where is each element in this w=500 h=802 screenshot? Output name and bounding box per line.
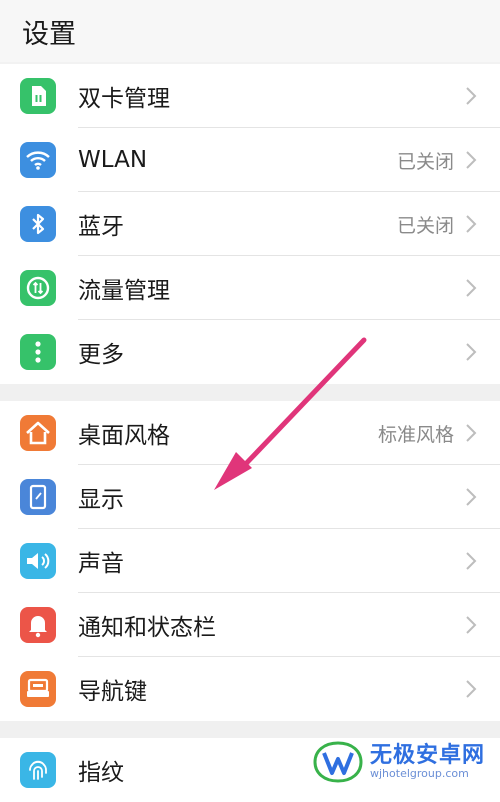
settings-group-network: 双卡管理 WLAN 已关闭 蓝牙 已关闭 流量管理 更多 xyxy=(0,64,500,384)
sim-card-icon xyxy=(20,78,56,114)
section-spacer xyxy=(0,384,500,401)
settings-item-label: 指纹 xyxy=(78,760,124,786)
wifi-icon xyxy=(20,142,56,178)
settings-item-value: 已关闭 xyxy=(396,214,454,237)
watermark-url: wjhotelgroup.com xyxy=(370,767,469,781)
settings-item-label: 桌面风格 xyxy=(78,423,170,449)
chevron-right-icon xyxy=(466,488,477,506)
fingerprint-icon xyxy=(20,752,56,788)
settings-group-personalization: 桌面风格 标准风格 显示 声音 通知和状态栏 导航键 xyxy=(0,401,500,721)
chevron-right-icon xyxy=(466,87,477,105)
home-icon xyxy=(20,415,56,451)
chevron-right-icon xyxy=(466,680,477,698)
settings-item-label: WLAN xyxy=(78,147,148,173)
settings-item-label: 蓝牙 xyxy=(78,214,124,240)
settings-item-label: 声音 xyxy=(78,551,124,577)
bell-icon xyxy=(20,607,56,643)
settings-item-data-usage[interactable]: 流量管理 xyxy=(0,256,500,320)
settings-item-more[interactable]: 更多 xyxy=(0,320,500,384)
bluetooth-icon xyxy=(20,206,56,242)
settings-item-dual-sim[interactable]: 双卡管理 xyxy=(0,64,500,128)
settings-item-sound[interactable]: 声音 xyxy=(0,529,500,593)
data-usage-icon xyxy=(20,270,56,306)
chevron-right-icon xyxy=(466,279,477,297)
settings-item-label: 更多 xyxy=(78,342,124,368)
settings-item-label: 流量管理 xyxy=(78,278,170,304)
settings-item-value: 标准风格 xyxy=(377,423,454,446)
chevron-right-icon xyxy=(466,552,477,570)
settings-item-wlan[interactable]: WLAN 已关闭 xyxy=(0,128,500,192)
settings-item-bluetooth[interactable]: 蓝牙 已关闭 xyxy=(0,192,500,256)
chevron-right-icon xyxy=(466,343,477,361)
settings-item-display[interactable]: 显示 xyxy=(0,465,500,529)
settings-item-notifications[interactable]: 通知和状态栏 xyxy=(0,593,500,657)
more-icon xyxy=(20,334,56,370)
settings-item-navigation-keys[interactable]: 导航键 xyxy=(0,657,500,721)
settings-item-value: 已关闭 xyxy=(396,150,454,173)
display-icon xyxy=(20,479,56,515)
settings-item-label: 双卡管理 xyxy=(78,86,170,112)
settings-item-label: 显示 xyxy=(78,487,124,513)
chevron-right-icon xyxy=(466,616,477,634)
settings-item-home-style[interactable]: 桌面风格 标准风格 xyxy=(0,401,500,465)
settings-item-label: 通知和状态栏 xyxy=(78,615,216,641)
settings-item-label: 导航键 xyxy=(78,679,147,705)
page-title: 设置 xyxy=(22,18,76,50)
speaker-icon xyxy=(20,543,56,579)
navigation-key-icon xyxy=(20,671,56,707)
chevron-right-icon xyxy=(466,151,477,169)
watermark: 无极安卓网 wjhotelgroup.com xyxy=(312,733,500,791)
chevron-right-icon xyxy=(466,424,477,442)
app-header: 设置 xyxy=(0,0,500,62)
chevron-right-icon xyxy=(466,215,477,233)
watermark-name: 无极安卓网 xyxy=(370,742,486,768)
watermark-logo-icon xyxy=(313,741,363,783)
